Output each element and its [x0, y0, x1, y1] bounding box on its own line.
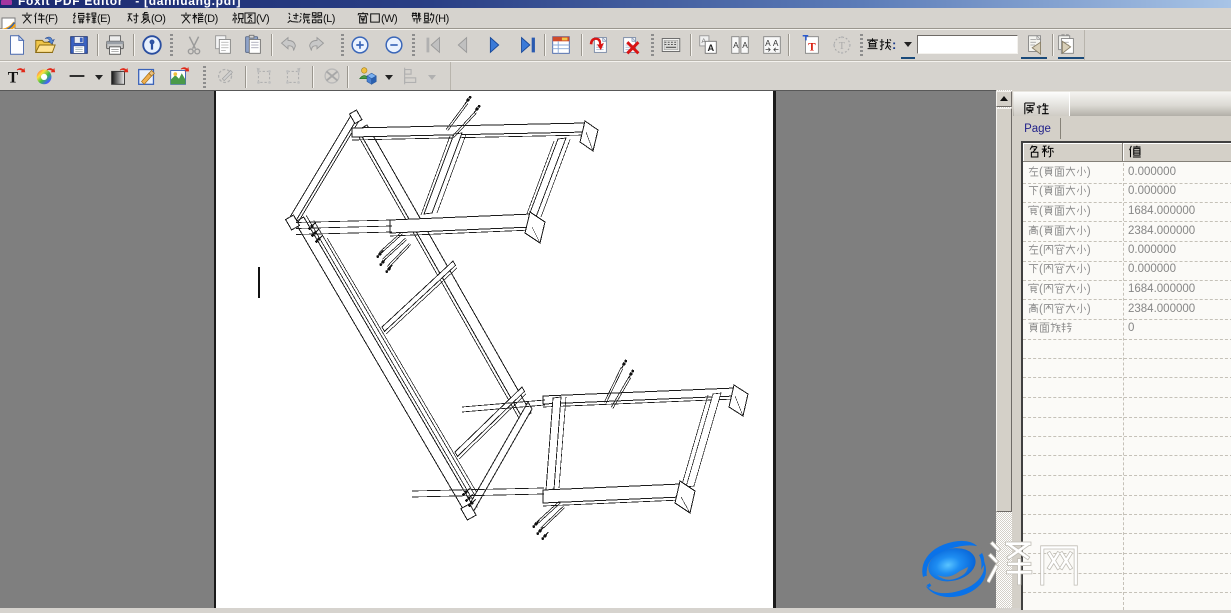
svg-text:A: A [742, 40, 748, 50]
svg-text:T: T [839, 41, 846, 52]
svg-text:T: T [8, 69, 19, 86]
svg-text:A: A [765, 38, 771, 48]
svg-text:A: A [773, 38, 779, 48]
svg-text:A: A [708, 43, 715, 53]
svg-text:T: T [808, 42, 816, 54]
svg-text:A: A [733, 40, 739, 50]
